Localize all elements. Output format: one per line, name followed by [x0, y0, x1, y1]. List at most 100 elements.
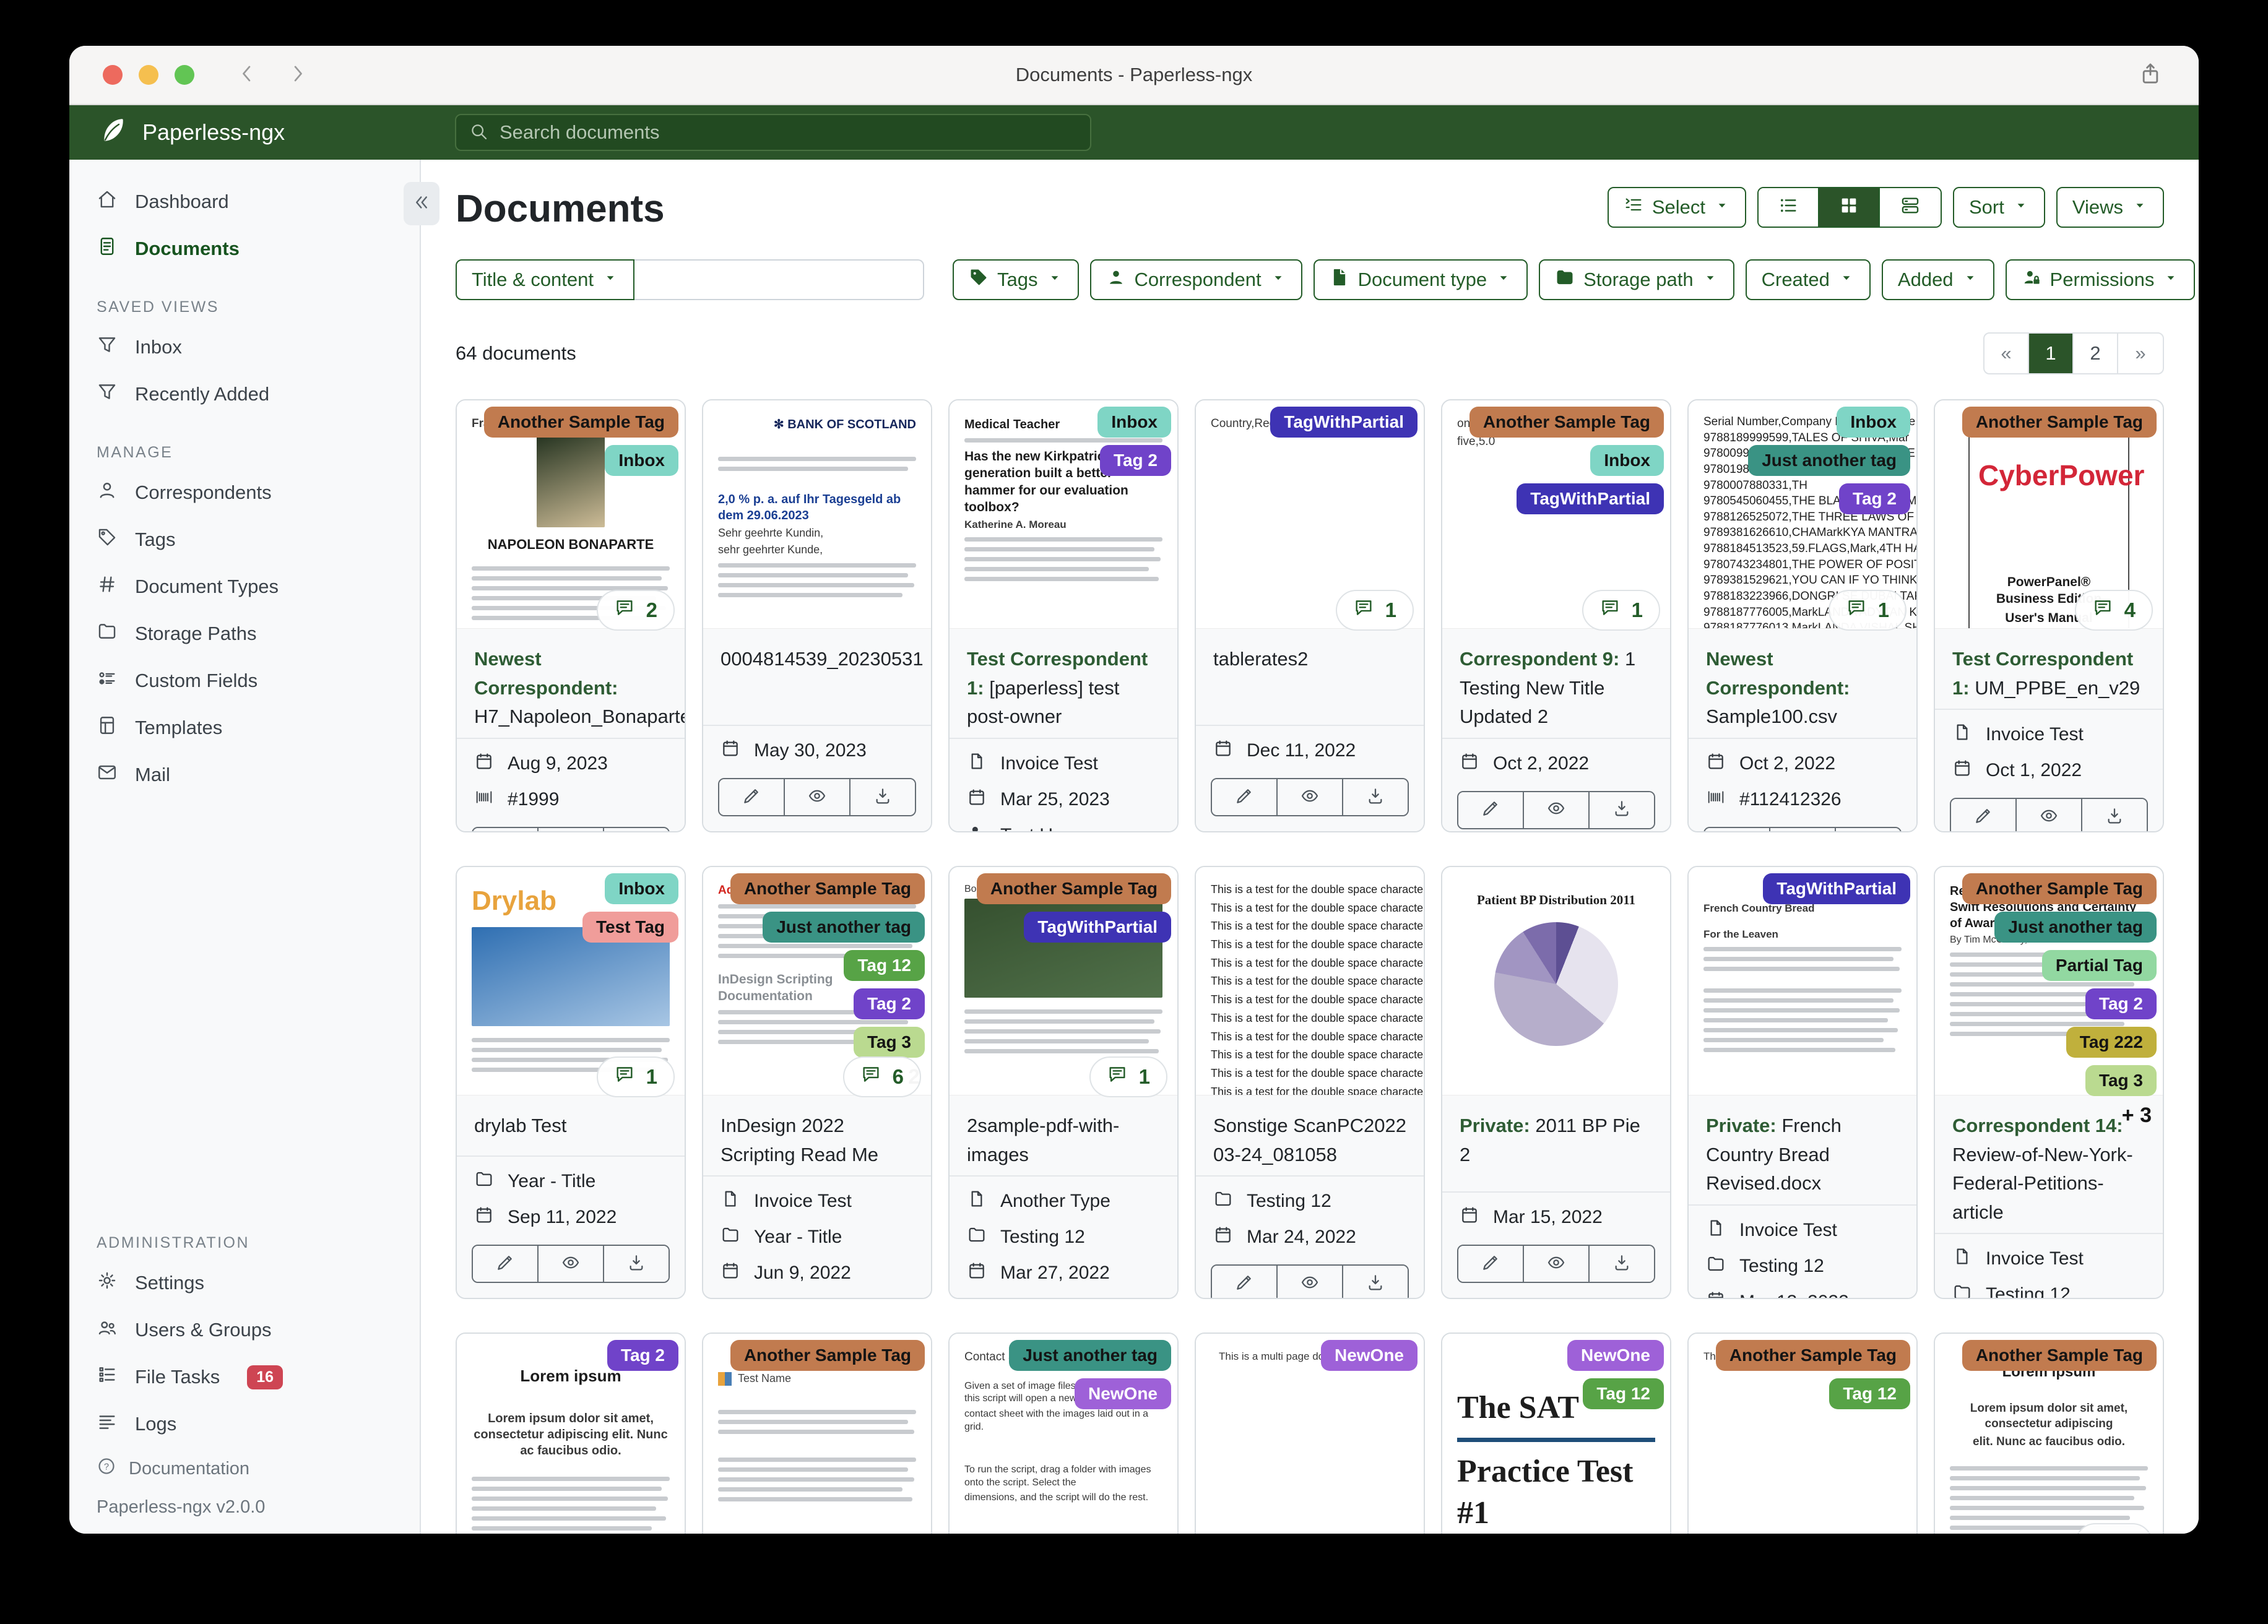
- preview-button[interactable]: [539, 1246, 604, 1282]
- minimize-window-button[interactable]: [139, 65, 158, 85]
- tag-chip[interactable]: Tag 12: [1583, 1378, 1664, 1409]
- document-title[interactable]: Newest Correspondent: Sample100.csv: [1689, 629, 1916, 738]
- edit-button[interactable]: [1458, 792, 1524, 828]
- edit-button[interactable]: [1951, 799, 2017, 831]
- tag-chip[interactable]: TagWithPartial: [1517, 483, 1664, 514]
- sidebar-item-storage-paths[interactable]: Storage Paths: [69, 610, 420, 657]
- notes-count-pill[interactable]: 1: [596, 1056, 675, 1097]
- document-card[interactable]: Medical Teacher Has the new Kirkpatrick g…: [948, 399, 1179, 832]
- sidebar-item-users-groups[interactable]: Users & Groups: [69, 1307, 420, 1354]
- notes-count-pill[interactable]: 1: [1335, 590, 1414, 631]
- document-card[interactable]: Patient BP Distribution 2011 Private: 201…: [1441, 866, 1671, 1299]
- tag-chip[interactable]: Another Sample Tag: [1715, 1340, 1910, 1371]
- sidebar-collapse-button[interactable]: [404, 182, 439, 225]
- preview-button[interactable]: [1524, 792, 1590, 828]
- tag-chip[interactable]: NewOne: [1074, 1378, 1171, 1409]
- sidebar-item-inbox[interactable]: Inbox: [69, 324, 420, 371]
- document-card[interactable]: Serial Number,Company Name,Employe 978818…: [1687, 399, 1918, 832]
- sidebar-item-file-tasks[interactable]: File Tasks 16: [69, 1354, 420, 1401]
- document-card[interactable]: Test Name Another Sample Tag: [702, 1332, 932, 1534]
- document-card[interactable]: Contact Sheet DemoGiven a set of image f…: [948, 1332, 1179, 1534]
- tag-chip[interactable]: Tag 2: [853, 988, 925, 1019]
- document-card[interactable]: ✻ BANK OF SCOTLAND 2,0 % p. a. auf Ihr Ta…: [702, 399, 932, 832]
- tag-chip[interactable]: TagWithPartial: [1270, 407, 1418, 438]
- tag-chip[interactable]: Inbox: [605, 445, 678, 476]
- views-button[interactable]: Views: [2056, 186, 2164, 228]
- sidebar-item-templates[interactable]: Templates: [69, 704, 420, 751]
- tag-chip[interactable]: Another Sample Tag: [976, 873, 1171, 904]
- notes-count-pill[interactable]: 1: [1828, 590, 1907, 631]
- tag-chip[interactable]: Another Sample Tag: [1962, 407, 2157, 438]
- edit-button[interactable]: [1212, 779, 1278, 815]
- notes-count-pill[interactable]: 1: [1089, 1056, 1167, 1097]
- document-card[interactable]: This is a test for the double space char…: [1195, 866, 1425, 1299]
- select-button[interactable]: Select: [1607, 186, 1746, 228]
- document-card[interactable]: This is a multi page document. Page 1. Ne…: [1195, 1332, 1425, 1534]
- search-input[interactable]: [498, 121, 1078, 144]
- filter-storage-path-button[interactable]: Storage path: [1539, 259, 1734, 300]
- tag-chip[interactable]: Tag 3: [2085, 1065, 2157, 1096]
- edit-button[interactable]: [1212, 1266, 1278, 1298]
- document-title[interactable]: Private: 2011 BP Pie 2: [1442, 1095, 1670, 1175]
- sidebar-item-dashboard[interactable]: Dashboard: [69, 178, 420, 225]
- edit-button[interactable]: [1458, 1246, 1524, 1282]
- tag-chip[interactable]: TagWithPartial: [1024, 912, 1171, 943]
- download-button[interactable]: [1343, 1266, 1408, 1298]
- forward-icon[interactable]: [286, 62, 309, 89]
- tag-chip[interactable]: Inbox: [1590, 445, 1664, 476]
- edit-button[interactable]: [473, 827, 539, 831]
- tag-chip[interactable]: Just another tag: [1748, 445, 1910, 476]
- document-card[interactable]: Lorem ipsum Lorem ipsum dolor sit amet, c…: [456, 1332, 686, 1534]
- download-button[interactable]: [1590, 792, 1654, 828]
- document-card[interactable]: The SATPractice Test #1Make time to take…: [1441, 1332, 1671, 1534]
- document-title[interactable]: Test Correspondent 1: UM_PPBE_en_v29: [1935, 629, 2163, 709]
- download-button[interactable]: [1590, 1246, 1654, 1282]
- preview-button[interactable]: [1524, 1246, 1590, 1282]
- tag-chip[interactable]: Tag 2: [607, 1340, 678, 1371]
- document-thumbnail[interactable]: Patient BP Distribution 2011: [1442, 867, 1670, 1095]
- filter-correspondent-button[interactable]: Correspondent: [1089, 259, 1302, 300]
- notes-count-pill[interactable]: 2: [596, 590, 675, 631]
- document-card[interactable]: AdobeInDesign Scripting DocumentationAno…: [702, 866, 932, 1299]
- download-button[interactable]: [604, 1246, 669, 1282]
- detail-view-button[interactable]: [1880, 188, 1941, 227]
- preview-button[interactable]: [1278, 1266, 1343, 1298]
- pagination-first[interactable]: «: [1984, 334, 2029, 373]
- sidebar-item-mail[interactable]: Mail: [69, 751, 420, 798]
- tag-chip[interactable]: Partial Tag: [2041, 950, 2157, 981]
- sidebar-item-tags[interactable]: Tags: [69, 516, 420, 563]
- document-card[interactable]: Drylab Inbox Test Tag 1 drylab Test Year - Ti…: [456, 866, 686, 1299]
- document-card[interactable]: Country,Region/State,"...TagWithPartial1…: [1195, 399, 1425, 832]
- document-title[interactable]: tablerates2: [1196, 629, 1424, 680]
- sidebar-item-document-types[interactable]: Document Types: [69, 563, 420, 610]
- tag-chip[interactable]: Tag 3: [853, 1027, 925, 1058]
- tag-chip[interactable]: Just another tag: [1994, 912, 2157, 943]
- zoom-window-button[interactable]: [175, 65, 194, 85]
- search-field-selector[interactable]: Title & content: [456, 259, 635, 300]
- tag-chip[interactable]: Test Tag: [582, 912, 678, 943]
- document-title[interactable]: Test Correspondent 1: [paperless] test p…: [950, 629, 1177, 738]
- document-card[interactable]: Lorem ipsum Lorem ipsum dolor sit amet, c…: [1934, 1332, 2164, 1534]
- tag-chip[interactable]: Just another tag: [1009, 1340, 1171, 1371]
- document-card[interactable]: Review of Arbitral Awards Shows Swift Re…: [1934, 866, 2164, 1299]
- edit-button[interactable]: [1705, 827, 1770, 831]
- filter-tags-button[interactable]: Tags: [953, 259, 1079, 300]
- tag-chip[interactable]: NewOne: [1567, 1340, 1664, 1371]
- document-card[interactable]: Francja pod rNAPOLEON BONAPARTEAnother S…: [456, 399, 686, 832]
- tag-chip[interactable]: Tag 222: [2066, 1027, 2157, 1058]
- tag-chip[interactable]: Just another tag: [763, 912, 925, 943]
- sidebar-item-settings[interactable]: Settings: [69, 1259, 420, 1307]
- tag-chip[interactable]: Tag 2: [2085, 988, 2157, 1019]
- document-title[interactable]: Newest Correspondent: H7_Napoleon_Bonapa…: [457, 629, 685, 738]
- sidebar-item-documentation[interactable]: ? Documentation: [69, 1448, 420, 1490]
- document-card[interactable]: French Country Bread For the Leaven TagWit…: [1687, 866, 1918, 1299]
- preview-button[interactable]: [1278, 779, 1343, 815]
- notes-count-pill[interactable]: 4: [2074, 590, 2153, 631]
- sidebar-item-correspondents[interactable]: Correspondents: [69, 469, 420, 516]
- document-title[interactable]: 2sample-pdf-with-images: [950, 1095, 1177, 1175]
- document-title[interactable]: Sonstige ScanPC2022 03-24_081058: [1196, 1095, 1424, 1175]
- filter-document-type-button[interactable]: Document type: [1313, 259, 1528, 300]
- tag-chip[interactable]: NewOne: [1320, 1340, 1418, 1371]
- preview-button[interactable]: [2017, 799, 2082, 831]
- notes-count-pill[interactable]: 5: [2074, 1523, 2153, 1534]
